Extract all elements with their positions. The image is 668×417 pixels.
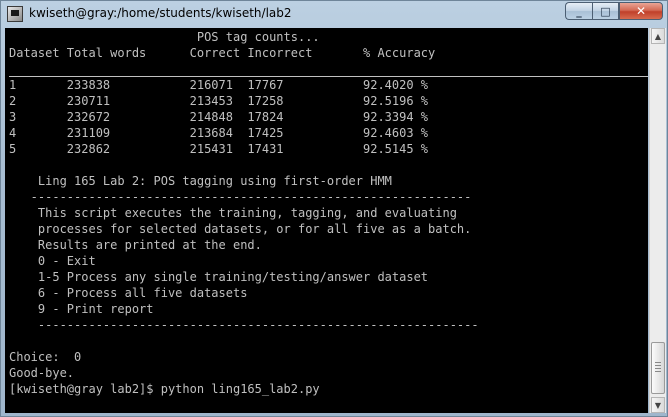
close-icon: ✕	[635, 4, 647, 18]
terminal-line: Good-bye.	[9, 366, 75, 380]
maximize-icon: □	[600, 4, 611, 18]
terminal-window: kwiseth@gray:/home/students/kwiseth/lab2…	[0, 0, 668, 417]
terminal-line: ----------------------------------------…	[9, 190, 472, 204]
scroll-thumb[interactable]	[651, 342, 665, 394]
terminal-text: POS tag counts... Dataset Total words Cor…	[9, 29, 479, 397]
arrow-up-icon: ▲	[654, 31, 662, 41]
title-bar[interactable]: kwiseth@gray:/home/students/kwiseth/lab2…	[1, 1, 667, 27]
terminal-line: [kwiseth@gray lab2]$ python ling165_lab2…	[9, 382, 320, 396]
terminal-line: 1-5 Process any single training/testing/…	[9, 270, 429, 284]
vertical-scrollbar[interactable]: ▲ ▼	[649, 28, 666, 413]
table-divider	[9, 76, 648, 77]
scroll-up-button[interactable]: ▲	[651, 28, 665, 44]
window-title: kwiseth@gray:/home/students/kwiseth/lab2	[29, 6, 292, 20]
maximize-button[interactable]: □	[592, 2, 619, 20]
terminal-icon[interactable]	[7, 6, 23, 22]
terminal-line: 6 - Process all five datasets	[9, 286, 248, 300]
terminal-line: 9 - Print report	[9, 302, 154, 316]
terminal-line: 5 232862 215431 17431 92.5145 %	[9, 142, 429, 156]
terminal-line: 1 233838 216071 17767 92.4020 %	[9, 78, 429, 92]
terminal-line: This script executes the training, taggi…	[9, 206, 457, 220]
terminal-line: 0 - Exit	[9, 254, 96, 268]
terminal-line: 4 231109 213684 17425 92.4603 %	[9, 126, 429, 140]
terminal-line: processes for selected datasets, or for …	[9, 222, 472, 236]
terminal-line: POS tag counts...	[9, 30, 320, 44]
terminal-output[interactable]: POS tag counts... Dataset Total words Cor…	[5, 28, 648, 413]
minimize-button[interactable]: _	[565, 2, 592, 20]
terminal-line: Dataset Total words Correct Incorrect % …	[9, 46, 436, 60]
grip-icon	[655, 362, 661, 372]
terminal-line: Ling 165 Lab 2: POS tagging using first-…	[9, 174, 392, 188]
terminal-line: Choice: 0	[9, 350, 82, 364]
scroll-down-button[interactable]: ▼	[651, 397, 665, 413]
minimize-icon: _	[576, 4, 582, 18]
close-button[interactable]: ✕	[619, 2, 663, 20]
terminal-line: Results are printed at the end.	[9, 238, 262, 252]
window-controls: _ □ ✕	[565, 2, 663, 21]
terminal-line: ----------------------------------------…	[9, 318, 479, 332]
arrow-down-icon: ▼	[654, 400, 662, 410]
terminal-line: 2 230711 213453 17258 92.5196 %	[9, 94, 429, 108]
terminal-line: 3 232672 214848 17824 92.3394 %	[9, 110, 429, 124]
